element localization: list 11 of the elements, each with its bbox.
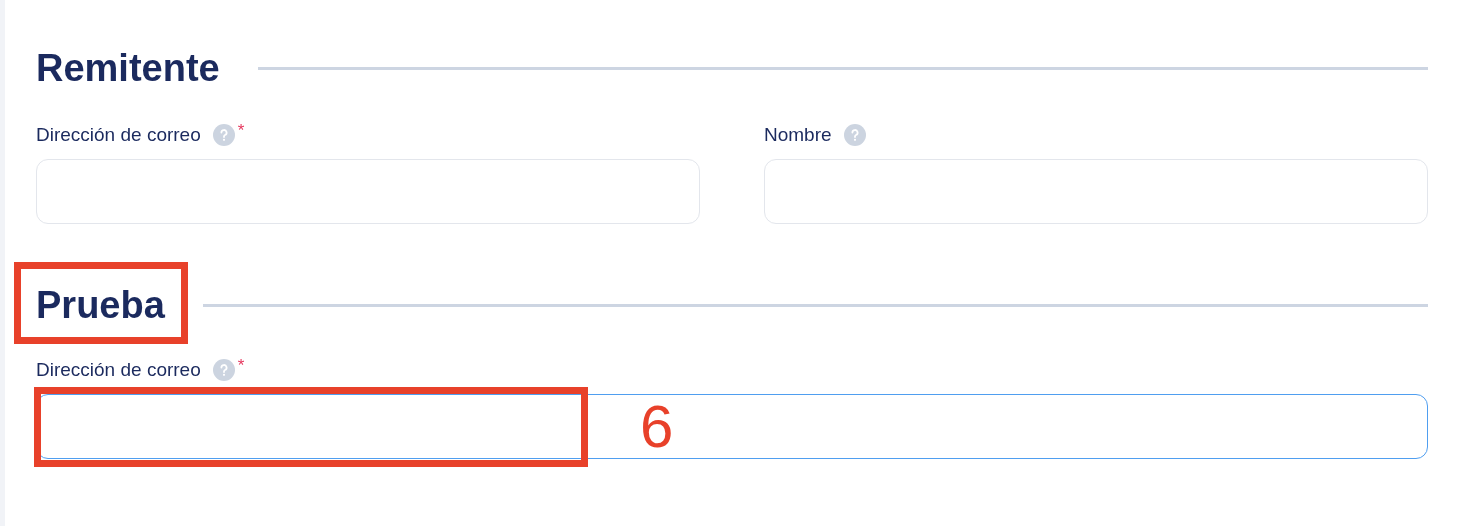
section-title: Remitente — [36, 46, 220, 91]
field-label: Dirección de correo — [36, 124, 201, 146]
required-mark: * — [237, 358, 245, 374]
section-title: Prueba — [36, 283, 165, 328]
field-label: Nombre — [764, 124, 832, 146]
required-mark: * — [237, 123, 245, 139]
help-icon[interactable] — [212, 359, 235, 381]
field-label: Dirección de correo — [36, 359, 201, 381]
help-icon[interactable] — [212, 124, 235, 146]
help-icon[interactable] — [843, 124, 866, 146]
step-number: 6 — [640, 392, 674, 462]
